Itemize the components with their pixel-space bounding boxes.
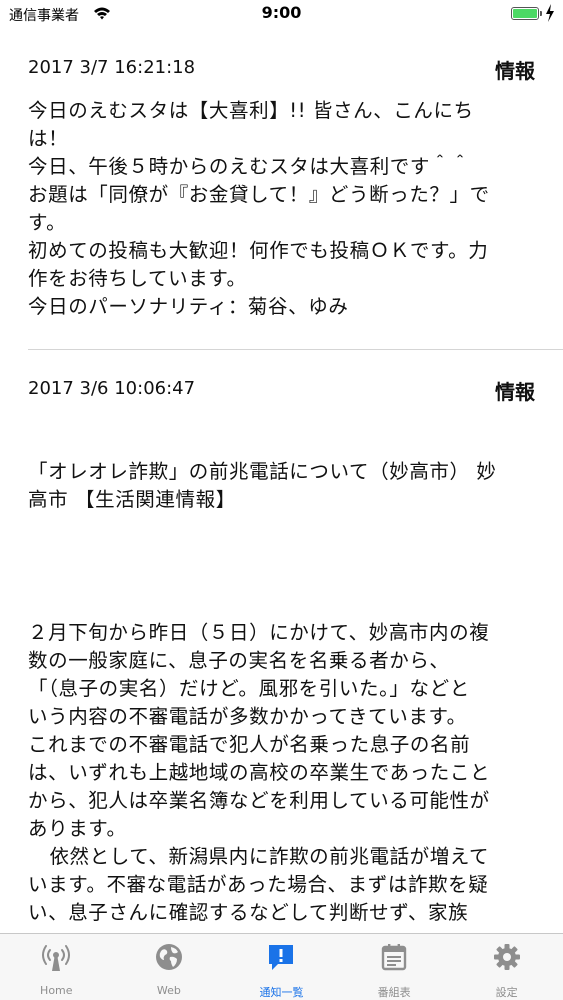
body-line: 初めての投稿も大歓迎！何作でも投稿ＯＫです。力 (28, 239, 489, 262)
notification-headline: 「オレオレ詐欺」の前兆電話について（妙高市） 妙 高市 【生活関連情報】 (28, 458, 535, 514)
body-line: これまでの不審電話で犯人が名乗った息子の名前 (28, 733, 471, 756)
tab-label: 番組表 (377, 986, 411, 999)
gear-icon (493, 944, 520, 970)
body-line: 今日のパーソナリティ：菊谷、ゆみ (28, 295, 349, 318)
body-line: あります。 (28, 817, 127, 840)
body-line: 依然として、新潟県内に詐欺の前兆電話が増えて (49, 845, 490, 868)
tab-bar: Home Web 通知一覧 番組表 設定 (0, 933, 563, 1000)
notice-icon (269, 945, 294, 970)
tab-label: Web (156, 984, 181, 997)
body-line: い、息子さんに確認するなどして判断せず、家族 (28, 901, 469, 924)
status-time: 9:00 (261, 3, 302, 22)
antenna-icon (42, 945, 71, 971)
notification-date: 2017 3/7 16:21:18 (28, 57, 196, 78)
body-line: ２月下旬から昨日（５日）にかけて、妙高市内の複 (28, 621, 490, 644)
body-line: から、犯人は卒業名簿などを利用している可能性が (28, 789, 490, 812)
tab-settings[interactable]: 設定 (450, 934, 563, 1000)
battery-icon (511, 7, 539, 20)
notification-tag: 情報 (495, 380, 535, 404)
battery-tip (540, 11, 542, 16)
body-line: 今日のえむスタは【大喜利】!! 皆さん、こんにち (28, 99, 474, 122)
screen: 通信事業者 9:00 2017 3/7 16:21:18 情報 今日のえむスタは… (0, 0, 563, 1000)
body-line: は、いずれも上越地域の高校の卒業生であったこと (28, 761, 491, 784)
notification-body: ２月下旬から昨日（５日）にかけて、妙高市内の複 数の一般家庭に、息子の実名を名乗… (28, 619, 535, 927)
body-line: います。不審な電話があった場合、まずは詐欺を疑 (28, 873, 489, 896)
notification-header: 2017 3/7 16:21:18 情報 (28, 57, 535, 83)
notification-date: 2017 3/6 10:06:47 (28, 378, 196, 399)
tab-web[interactable]: Web (113, 934, 226, 1000)
headline-line: 高市 【生活関連情報】 (28, 488, 236, 511)
body-line: は！ (28, 127, 69, 150)
body-line: 作をお待ちしています。 (28, 267, 247, 290)
tab-label: 通知一覧 (259, 986, 304, 999)
notification-body: 今日のえむスタは【大喜利】!! 皆さん、こんにち は！ 今日、午後５時からのえむ… (28, 97, 535, 321)
body-line: す。 (28, 211, 67, 234)
charging-bolt-icon (546, 4, 554, 22)
tab-notifications[interactable]: 通知一覧 (225, 934, 338, 1000)
body-line: いう内容の不審電話が多数かかってきています。 (28, 705, 467, 728)
tab-label: Home (40, 984, 73, 997)
body-line: お題は「同僚が『お金貸して！』どう断った？」で (28, 183, 490, 206)
notification-header: 2017 3/6 10:06:47 情報 (28, 378, 535, 404)
body-line: 数の一般家庭に、息子の実名を名乗る者から、 (28, 649, 450, 672)
headline-line: 「オレオレ詐欺」の前兆電話について（妙高市） 妙 (28, 460, 497, 483)
status-bar: 通信事業者 9:00 (0, 0, 563, 30)
notification-item[interactable]: 2017 3/7 16:21:18 情報 今日のえむスタは【大喜利】!! 皆さん… (0, 30, 563, 349)
body-line: 「（息子の実名）だけど。風邪を引いた。」などと (28, 677, 470, 700)
notification-tag: 情報 (495, 59, 535, 83)
globe-icon (155, 944, 182, 970)
tab-label: 設定 (495, 986, 518, 999)
body-line: 今日、午後５時からのえむスタは大喜利です＾＾ (28, 155, 471, 178)
tab-schedule[interactable]: 番組表 (338, 934, 451, 1000)
notification-item[interactable]: 2017 3/6 10:06:47 情報 「オレオレ詐欺」の前兆電話について（妙… (0, 350, 563, 927)
tab-home[interactable]: Home (0, 934, 113, 1000)
notification-feed[interactable]: 2017 3/7 16:21:18 情報 今日のえむスタは【大喜利】!! 皆さん… (0, 30, 563, 933)
calendar-icon (381, 944, 407, 971)
